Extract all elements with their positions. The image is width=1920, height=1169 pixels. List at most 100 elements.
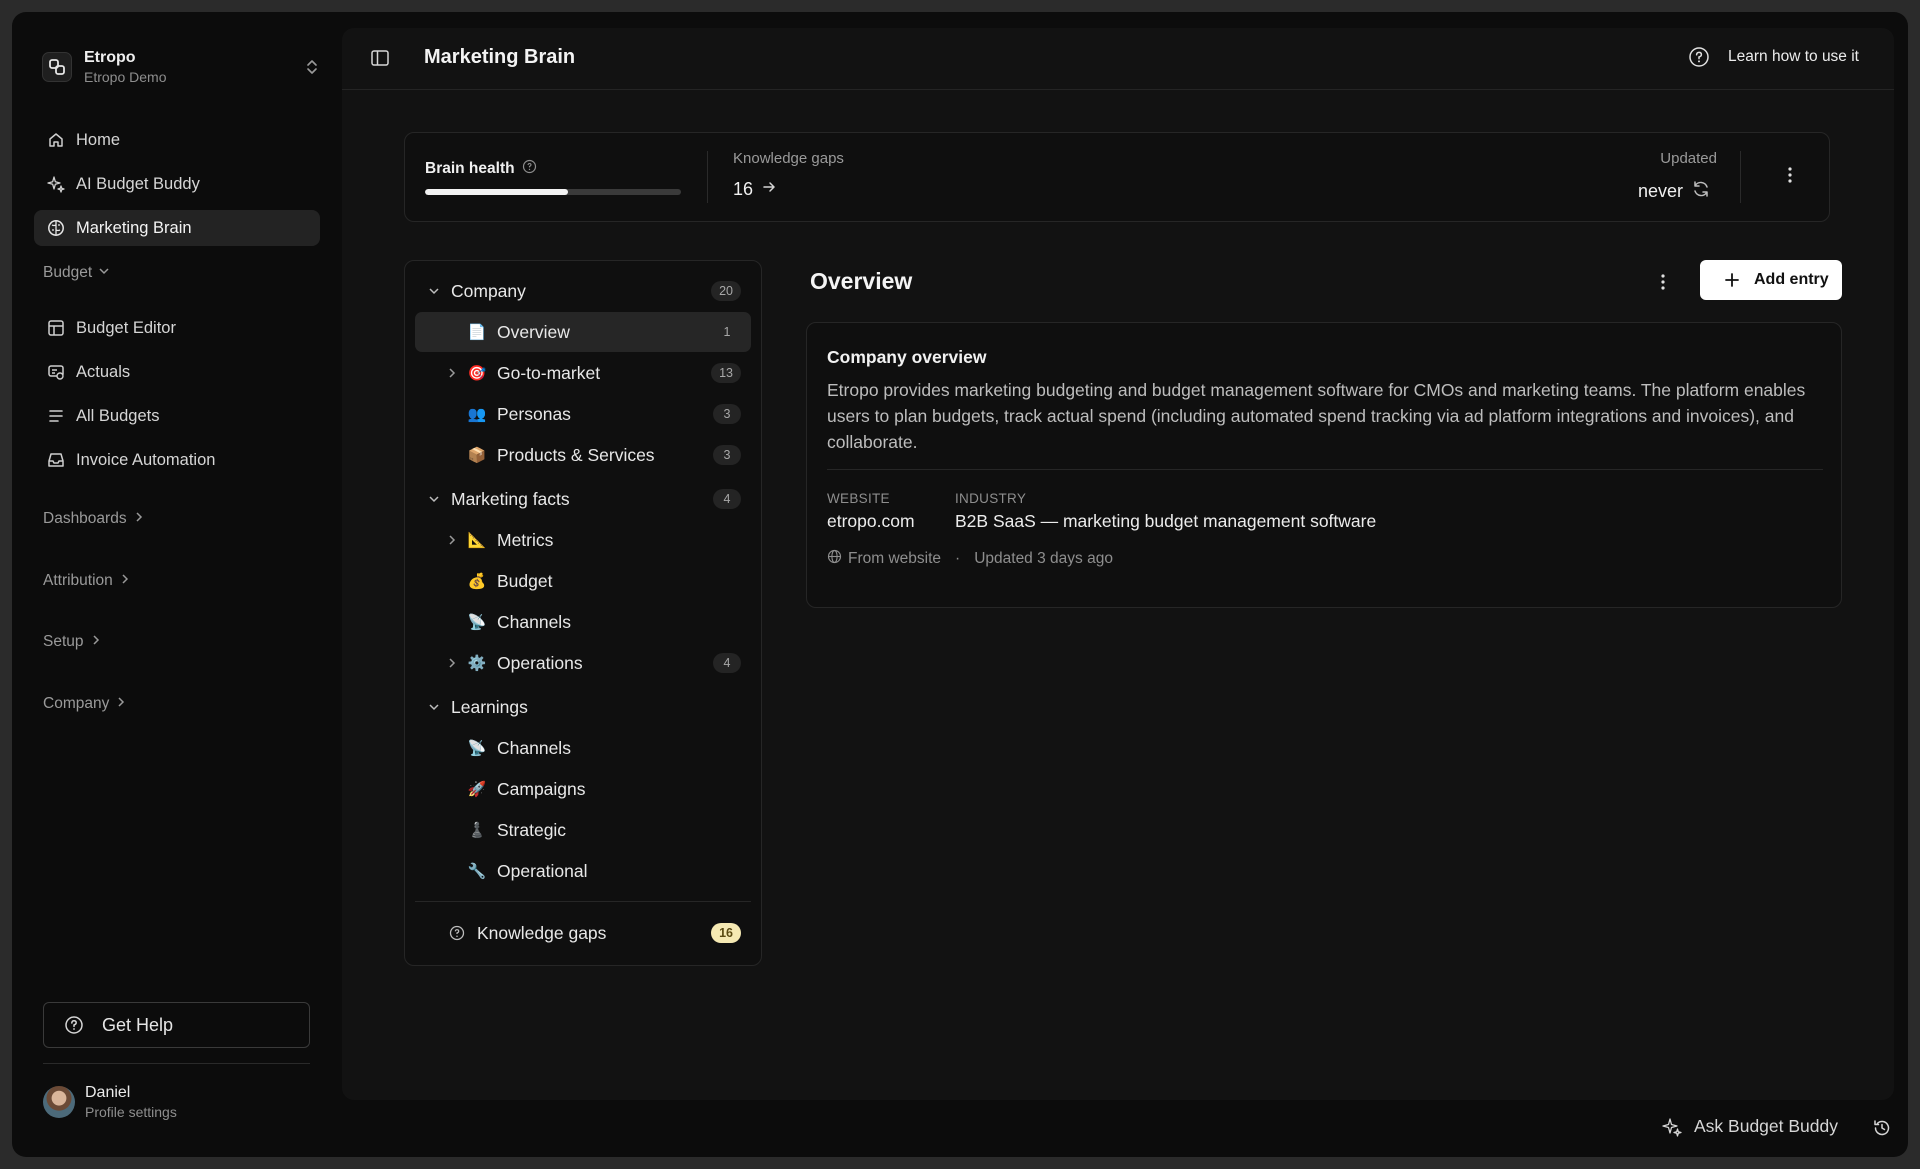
tree-item-channels[interactable]: 📡 Channels <box>415 602 751 642</box>
brain-health-progress-fill <box>425 189 569 195</box>
industry-label: INDUSTRY <box>955 491 1027 506</box>
tree-group-label: Company <box>451 280 526 301</box>
org-subtitle: Etropo Demo <box>84 69 167 85</box>
nav-home[interactable]: Home <box>34 122 320 158</box>
tree-item-label: Operations <box>497 652 583 673</box>
profile-subtitle: Profile settings <box>85 1104 177 1120</box>
learn-how-label: Learn how to use it <box>1728 48 1859 65</box>
tree-item-label: Budget <box>497 570 553 591</box>
sidebar: Etropo Etropo Demo Home AI Budget Buddy … <box>12 12 340 1157</box>
org-logo <box>42 52 72 82</box>
tree-item-budget[interactable]: 💰 Budget <box>415 561 751 601</box>
org-switcher[interactable]: Etropo Etropo Demo <box>42 44 322 90</box>
tree-item-operations[interactable]: ⚙️ Operations 4 <box>415 643 751 683</box>
chevron-down-icon <box>98 264 110 282</box>
avatar <box>43 1086 75 1118</box>
top-bar: Marketing Brain Learn how to use it <box>342 28 1894 90</box>
add-entry-label: Add entry <box>1754 271 1829 288</box>
nav-budget-editor[interactable]: Budget Editor <box>34 310 320 346</box>
help-circle-icon <box>1688 46 1710 68</box>
section-budget[interactable]: Budget <box>43 264 110 282</box>
history-icon[interactable] <box>1872 1118 1892 1138</box>
gear-icon: ⚙️ <box>467 655 487 672</box>
tree-item-strategic[interactable]: ♟️ Strategic <box>415 810 751 850</box>
more-vertical-icon[interactable] <box>1660 272 1666 292</box>
profile-menu[interactable]: Daniel Profile settings <box>43 1084 177 1120</box>
card-heading: Company overview <box>827 347 987 367</box>
chevron-right-icon <box>133 510 145 528</box>
brain-icon <box>46 218 66 238</box>
chevron-right-icon <box>119 572 131 590</box>
section-setup[interactable]: Setup <box>43 633 102 651</box>
learn-how-link[interactable]: Learn how to use it <box>1688 46 1859 68</box>
refresh-icon[interactable] <box>1691 179 1711 204</box>
tree-item-metrics[interactable]: 📐 Metrics <box>415 520 751 560</box>
company-overview-card[interactable]: Company overview Etropo provides marketi… <box>806 322 1842 608</box>
section-attribution[interactable]: Attribution <box>43 572 131 590</box>
tree-item-learning-channels[interactable]: 📡 Channels <box>415 728 751 768</box>
nav-marketing-brain[interactable]: Marketing Brain <box>34 210 320 246</box>
count-badge: 20 <box>711 281 741 301</box>
count-badge: 3 <box>713 445 741 465</box>
tree-item-label: Campaigns <box>497 778 586 799</box>
brain-health-title: Brain health <box>425 159 537 179</box>
knowledge-gaps-label: Knowledge gaps <box>733 150 844 167</box>
tree-item-label: Channels <box>497 611 571 632</box>
tree-group-marketing-facts[interactable]: Marketing facts 4 <box>415 479 751 519</box>
section-dashboards-label: Dashboards <box>43 510 127 527</box>
tree-knowledge-gaps[interactable]: Knowledge gaps 16 <box>415 913 751 953</box>
tree-item-products-services[interactable]: 📦 Products & Services 3 <box>415 435 751 475</box>
chevron-right-icon[interactable] <box>445 366 459 380</box>
nav-actuals-label: Actuals <box>76 362 131 381</box>
chevron-down-icon <box>427 284 441 298</box>
updated-value: never <box>1637 181 1683 201</box>
tree-item-label: Go-to-market <box>497 362 601 383</box>
divider <box>827 469 1823 470</box>
tree-group-company[interactable]: Company 20 <box>415 271 751 311</box>
tree-item-personas[interactable]: 👥 Personas 3 <box>415 394 751 434</box>
updated-status: never <box>1638 179 1711 204</box>
chevron-right-icon[interactable] <box>445 533 459 547</box>
tree-group-learnings[interactable]: Learnings <box>415 687 751 727</box>
tree-item-campaigns[interactable]: 🚀 Campaigns <box>415 769 751 809</box>
info-icon[interactable] <box>522 159 537 179</box>
tree-item-overview[interactable]: 📄 Overview 1 <box>415 312 751 352</box>
sidebar-toggle-icon[interactable] <box>370 48 390 68</box>
ask-budget-buddy-button[interactable]: Ask Budget Buddy <box>1662 1116 1838 1137</box>
count-badge: 3 <box>713 404 741 424</box>
package-icon: 📦 <box>467 447 487 464</box>
tree-item-go-to-market[interactable]: 🎯 Go-to-market 13 <box>415 353 751 393</box>
tree-group-label: Marketing facts <box>451 488 570 509</box>
knowledge-gaps-link[interactable]: 16 <box>733 179 777 200</box>
main-panel: Marketing Brain Learn how to use it Brai… <box>342 28 1894 1100</box>
tree-item-operational[interactable]: 🔧 Operational <box>415 851 751 891</box>
profile-name: Daniel <box>85 1084 131 1101</box>
chevron-right-icon[interactable] <box>445 656 459 670</box>
section-company[interactable]: Company <box>43 695 127 713</box>
brain-health-label: Brain health <box>425 160 515 177</box>
chess-pawn-icon: ♟️ <box>467 822 487 839</box>
target-icon: 🎯 <box>467 365 487 382</box>
document-icon: 📄 <box>467 324 487 341</box>
nav-marketing-brain-label: Marketing Brain <box>76 218 192 237</box>
nav-invoice-automation[interactable]: Invoice Automation <box>34 442 320 478</box>
nav-home-label: Home <box>76 130 121 149</box>
get-help-button[interactable]: Get Help <box>43 1002 310 1048</box>
nav-actuals[interactable]: Actuals <box>34 354 320 390</box>
knowledge-gaps-label: Knowledge gaps <box>477 922 607 943</box>
knowledge-tree: Company 20 📄 Overview 1 🎯 Go-to-market 1… <box>404 260 762 966</box>
more-vertical-icon[interactable] <box>1787 165 1793 185</box>
nav-ai-budget-buddy[interactable]: AI Budget Buddy <box>34 166 320 202</box>
website-value: etropo.com <box>827 511 915 531</box>
satellite-icon: 📡 <box>467 614 487 631</box>
section-budget-label: Budget <box>43 264 93 281</box>
sparkle-icon <box>46 174 66 194</box>
primary-nav: Home AI Budget Buddy Marketing Brain <box>34 122 320 254</box>
chevron-up-down-icon[interactable] <box>302 56 322 78</box>
section-dashboards[interactable]: Dashboards <box>43 510 145 528</box>
section-attribution-label: Attribution <box>43 572 113 589</box>
tree-item-label: Operational <box>497 860 588 881</box>
add-entry-button[interactable]: Add entry <box>1700 260 1842 300</box>
nav-all-budgets[interactable]: All Budgets <box>34 398 320 434</box>
industry-value: B2B SaaS — marketing budget management s… <box>955 511 1377 531</box>
